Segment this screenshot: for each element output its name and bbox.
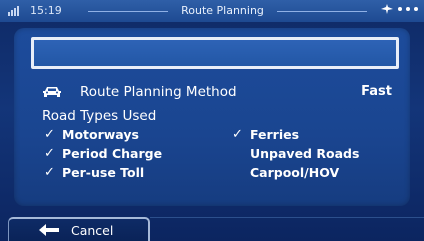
route-planning-screen: 15:19 Route Planning Route Planning Meth… bbox=[0, 0, 424, 241]
checkmark-icon: ✓ bbox=[44, 165, 55, 180]
route-method-row[interactable]: Route Planning Method Fast bbox=[42, 84, 392, 102]
cancel-button[interactable]: Cancel bbox=[8, 217, 150, 241]
checkmark-icon: ✓ bbox=[44, 146, 55, 161]
route-input-field[interactable] bbox=[31, 37, 399, 69]
status-dot bbox=[406, 7, 410, 11]
clock-time: 15:19 bbox=[30, 4, 62, 17]
route-panel: Route Planning Method Fast Road Types Us… bbox=[14, 28, 410, 206]
checkmark-icon: ✓ bbox=[232, 127, 243, 142]
gps-icon bbox=[381, 4, 393, 14]
road-type-label: Period Charge bbox=[62, 146, 163, 161]
status-left: 15:19 bbox=[8, 4, 62, 17]
cancel-label: Cancel bbox=[71, 223, 114, 238]
road-type-label: Per-use Toll bbox=[62, 165, 145, 180]
checkmark-icon: ✓ bbox=[44, 127, 55, 142]
bottom-divider bbox=[150, 217, 424, 218]
road-type-label: Carpool/HOV bbox=[250, 165, 340, 180]
car-icon bbox=[43, 87, 61, 97]
status-bar: 15:19 Route Planning bbox=[0, 0, 424, 22]
road-types-title: Road Types Used bbox=[42, 108, 157, 124]
route-method-label: Route Planning Method bbox=[80, 84, 237, 100]
page-title: Route Planning bbox=[181, 4, 264, 17]
road-type-label: Unpaved Roads bbox=[250, 146, 360, 161]
status-dot bbox=[414, 7, 418, 11]
signal-icon bbox=[8, 5, 24, 16]
road-type-label: Ferries bbox=[250, 127, 300, 142]
route-method-value: Fast bbox=[361, 84, 392, 99]
title-divider-right bbox=[277, 11, 367, 12]
title-divider-left bbox=[88, 11, 168, 12]
arrow-left-icon bbox=[39, 224, 59, 236]
status-right bbox=[380, 3, 418, 15]
road-type-label: Motorways bbox=[62, 127, 139, 142]
status-dot bbox=[398, 7, 402, 11]
